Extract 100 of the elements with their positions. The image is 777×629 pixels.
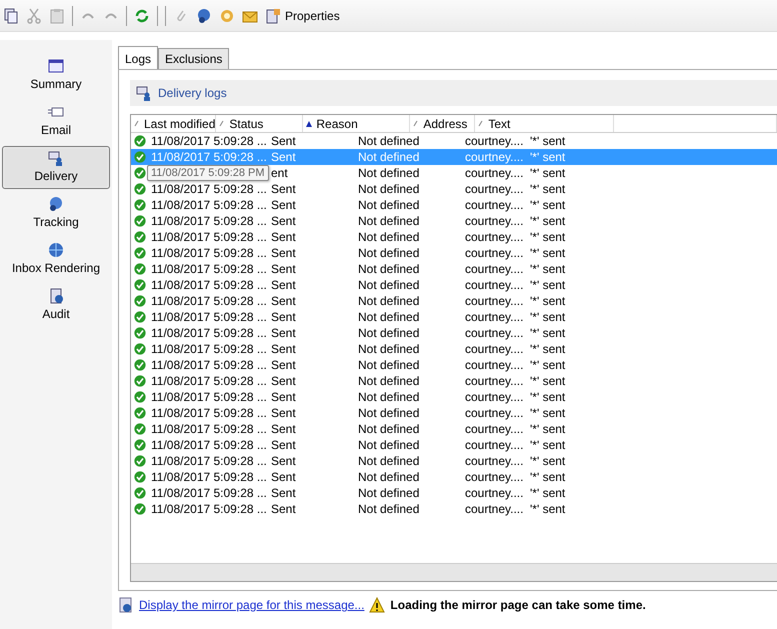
table-cell[interactable]: courtney.... xyxy=(463,469,528,485)
table-cell[interactable]: courtney.... xyxy=(463,277,528,293)
table-cell[interactable]: Sent xyxy=(269,469,356,485)
mirror-page-link[interactable]: Display the mirror page for this message... xyxy=(139,598,364,612)
table-cell[interactable]: 11/08/2017 5:09:28 ... xyxy=(149,197,269,213)
table-cell[interactable]: courtney.... xyxy=(463,309,528,325)
table-cell[interactable]: Not defined xyxy=(356,437,463,453)
refresh-icon[interactable] xyxy=(134,8,150,24)
sidebar-item[interactable]: Summary xyxy=(2,54,110,97)
table-cell[interactable]: Not defined xyxy=(356,357,463,373)
table-cell[interactable]: courtney.... xyxy=(463,341,528,357)
table-cell[interactable]: 11/08/2017 5:09:28 ... xyxy=(149,373,269,389)
table-cell[interactable]: 11/08/2017 5:09:28 ... xyxy=(149,469,269,485)
table-cell[interactable]: courtney.... xyxy=(463,421,528,437)
table-cell[interactable]: 11/08/2017 5:09:28 ... xyxy=(149,485,269,501)
table-cell[interactable]: Sent xyxy=(269,133,356,149)
table-cell[interactable]: Sent xyxy=(269,485,356,501)
table-cell[interactable]: Not defined xyxy=(356,405,463,421)
table-cell[interactable]: '*' sent xyxy=(528,245,667,261)
table-cell[interactable]: Sent xyxy=(269,421,356,437)
table-cell[interactable]: Not defined xyxy=(356,277,463,293)
table-cell[interactable]: 11/08/2017 5:09:28 ... xyxy=(149,341,269,357)
table-cell[interactable]: ent xyxy=(269,165,356,181)
table-cell[interactable]: Not defined xyxy=(356,325,463,341)
table-cell[interactable]: courtney.... xyxy=(463,181,528,197)
sidebar-item[interactable]: Tracking xyxy=(2,192,110,235)
table-cell[interactable]: Not defined xyxy=(356,421,463,437)
table-cell[interactable]: Not defined xyxy=(356,485,463,501)
table-cell[interactable]: Sent xyxy=(269,229,356,245)
table-cell[interactable]: '*' sent xyxy=(528,389,667,405)
table-cell[interactable]: Sent xyxy=(269,373,356,389)
table-cell[interactable]: 11/08/2017 5:09:28 ... xyxy=(149,405,269,421)
tab[interactable]: Exclusions xyxy=(158,48,230,69)
table-cell[interactable]: courtney.... xyxy=(463,165,528,181)
table-cell[interactable]: '*' sent xyxy=(528,197,667,213)
column-header[interactable]: Last modified xyxy=(131,115,216,132)
table-cell[interactable]: Not defined xyxy=(356,309,463,325)
table-cell[interactable]: '*' sent xyxy=(528,181,667,197)
table-cell[interactable]: Sent xyxy=(269,501,356,517)
table-cell[interactable]: Not defined xyxy=(356,293,463,309)
table-cell[interactable]: courtney.... xyxy=(463,357,528,373)
table-cell[interactable]: Sent xyxy=(269,437,356,453)
table-cell[interactable]: 11/08/2017 5:09:28 ... xyxy=(149,133,269,149)
column-header[interactable]: Text xyxy=(475,115,614,132)
table-cell[interactable]: courtney.... xyxy=(463,373,528,389)
table-cell[interactable]: '*' sent xyxy=(528,501,667,517)
table-cell[interactable]: 11/08/2017 5:09:28 ... xyxy=(149,181,269,197)
table-cell[interactable]: courtney.... xyxy=(463,501,528,517)
table-cell[interactable]: courtney.... xyxy=(463,213,528,229)
table-cell[interactable]: courtney.... xyxy=(463,453,528,469)
table-cell[interactable]: Sent xyxy=(269,245,356,261)
table-cell[interactable]: Not defined xyxy=(356,453,463,469)
table-cell[interactable]: Not defined xyxy=(356,181,463,197)
table-cell[interactable]: '*' sent xyxy=(528,293,667,309)
table-cell[interactable]: Not defined xyxy=(356,213,463,229)
table-cell[interactable]: courtney.... xyxy=(463,485,528,501)
table-cell[interactable]: Sent xyxy=(269,293,356,309)
table-cell[interactable]: '*' sent xyxy=(528,165,667,181)
properties-button[interactable]: Properties xyxy=(265,8,340,24)
globe-icon[interactable] xyxy=(196,8,212,24)
table-cell[interactable]: courtney.... xyxy=(463,405,528,421)
table-cell[interactable]: Not defined xyxy=(356,341,463,357)
table-cell[interactable]: '*' sent xyxy=(528,373,667,389)
scrollbar[interactable] xyxy=(131,563,777,581)
table-cell[interactable]: '*' sent xyxy=(528,341,667,357)
table-cell[interactable]: Sent xyxy=(269,453,356,469)
table-cell[interactable]: Not defined xyxy=(356,261,463,277)
table-cell[interactable]: '*' sent xyxy=(528,133,667,149)
table-cell[interactable]: '*' sent xyxy=(528,485,667,501)
table-cell[interactable]: 11/08/2017 5:09:28 ... xyxy=(149,421,269,437)
table-cell[interactable]: Not defined xyxy=(356,229,463,245)
column-header[interactable]: Status xyxy=(216,115,304,132)
table-cell[interactable]: Not defined xyxy=(356,373,463,389)
table-cell[interactable]: Sent xyxy=(269,405,356,421)
table-cell[interactable]: 11/08/2017 5:09:28 ... xyxy=(149,261,269,277)
column-header[interactable]: Reason xyxy=(303,115,410,132)
table-cell[interactable]: courtney.... xyxy=(463,245,528,261)
table-cell[interactable]: Not defined xyxy=(356,165,463,181)
table-cell[interactable]: courtney.... xyxy=(463,389,528,405)
table-cell[interactable]: Sent xyxy=(269,213,356,229)
paste-icon[interactable] xyxy=(49,8,65,24)
table-cell[interactable]: '*' sent xyxy=(528,277,667,293)
table-cell[interactable]: courtney.... xyxy=(463,437,528,453)
table-cell[interactable]: '*' sent xyxy=(528,325,667,341)
table-cell[interactable]: 11/08/2017 5:09:28 ... xyxy=(149,245,269,261)
table-cell[interactable]: '*' sent xyxy=(528,309,667,325)
table-cell[interactable]: Sent xyxy=(269,277,356,293)
table-cell[interactable]: 11/08/2017 5:09:28 ... xyxy=(149,229,269,245)
sidebar-item[interactable]: Audit xyxy=(2,284,110,327)
table-cell[interactable]: Sent xyxy=(269,197,356,213)
table-cell[interactable]: Sent xyxy=(269,309,356,325)
table-cell[interactable]: 11/08/2017 5:09:28 ... xyxy=(149,501,269,517)
sidebar-item[interactable]: Email xyxy=(2,100,110,143)
table-cell[interactable]: '*' sent xyxy=(528,437,667,453)
table-cell[interactable]: Not defined xyxy=(356,501,463,517)
table-cell[interactable]: '*' sent xyxy=(528,357,667,373)
table-cell[interactable]: Sent xyxy=(269,357,356,373)
table-cell[interactable]: 11/08/2017 5:09:28 ... xyxy=(149,357,269,373)
table-cell[interactable]: courtney.... xyxy=(463,229,528,245)
table-cell[interactable]: 11/08/2017 5:09:28 ... xyxy=(149,213,269,229)
